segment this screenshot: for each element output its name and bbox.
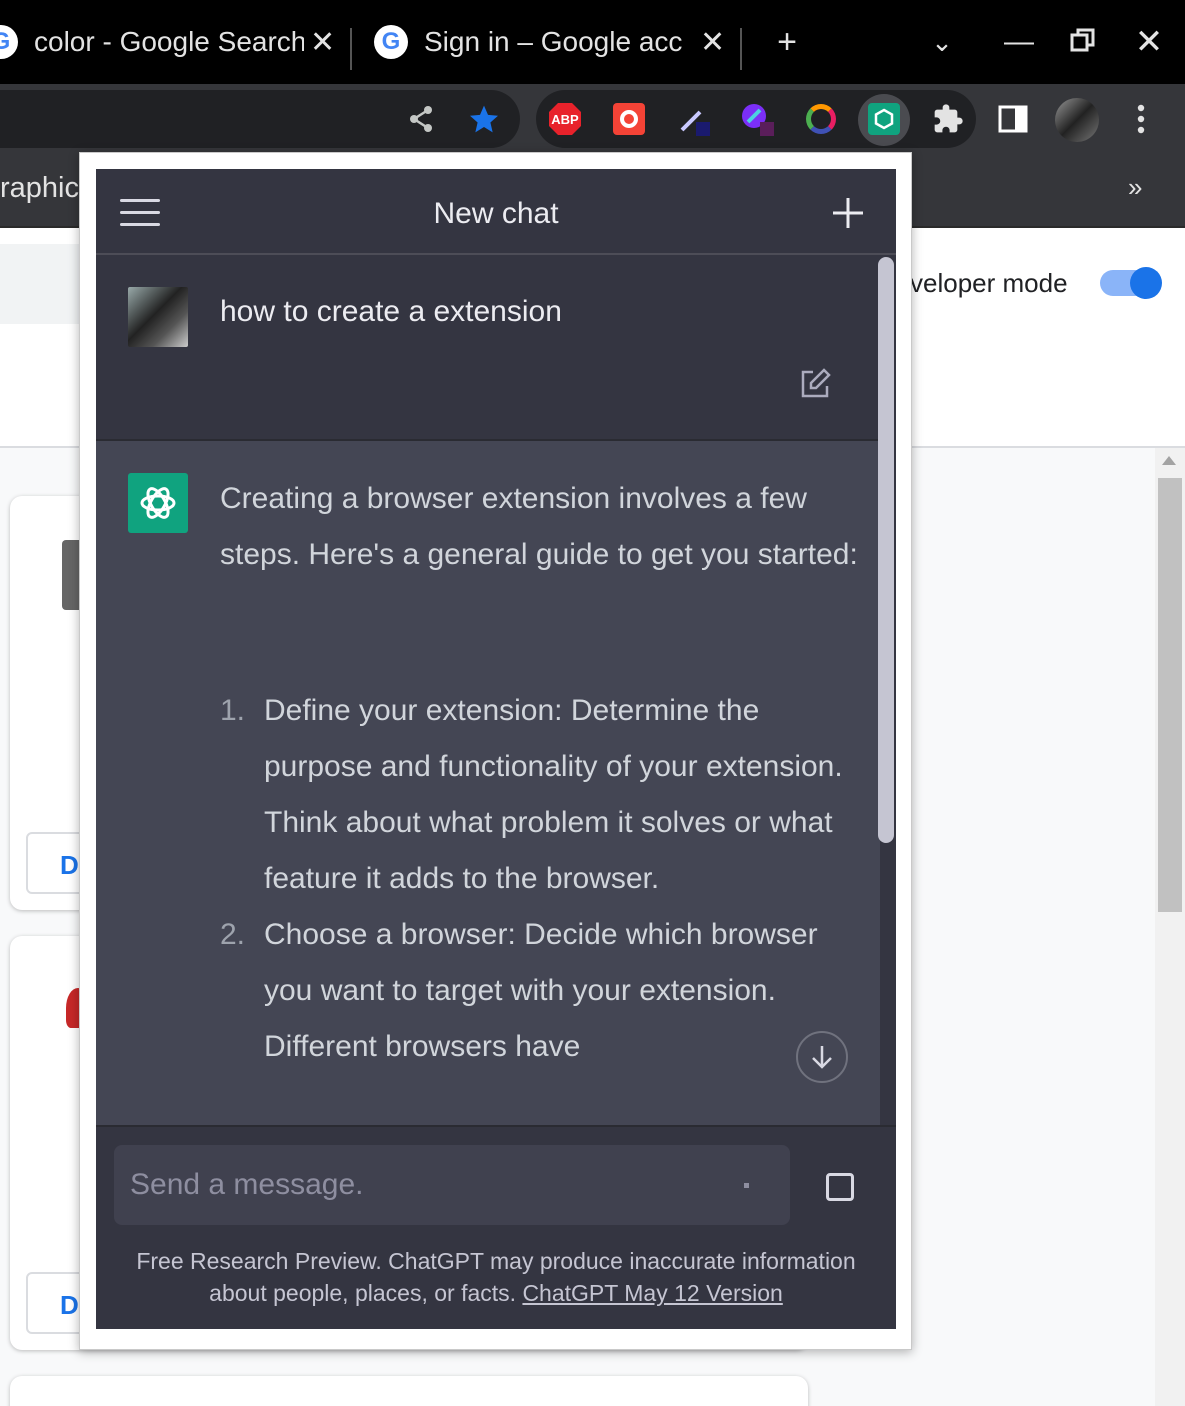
- scroll-down-button[interactable]: [796, 1031, 848, 1083]
- chat-scrollbar-thumb[interactable]: [878, 257, 894, 843]
- user-message-row: how to create a extension: [96, 255, 880, 441]
- star-icon[interactable]: [467, 102, 501, 136]
- red-circle-icon[interactable]: [612, 102, 646, 136]
- message-composer: Free Research Preview. ChatGPT may produ…: [96, 1125, 896, 1329]
- version-link[interactable]: ChatGPT May 12 Version: [522, 1280, 782, 1306]
- list-item: 2. Choose a browser: Decide which browse…: [220, 907, 860, 1075]
- steps-list: 1. Define your extension: Determine the …: [220, 683, 860, 1075]
- sidepanel-icon[interactable]: [996, 102, 1030, 136]
- list-item-text: Define your extension: Determine the pur…: [264, 694, 843, 895]
- tab-title: color - Google Search: [34, 26, 304, 57]
- puzzle-icon[interactable]: [931, 102, 965, 136]
- list-number: 2.: [220, 918, 246, 951]
- browser-toolbar: ABP: [0, 84, 1185, 152]
- new-chat-plus-icon[interactable]: [830, 195, 866, 231]
- tab-color-search[interactable]: G color - Google Search ✕: [0, 0, 335, 84]
- search-area: [0, 244, 80, 324]
- list-item: 1. Define your extension: Determine the …: [220, 683, 860, 907]
- minimize-icon[interactable]: —: [997, 22, 1041, 62]
- assistant-intro-text: Creating a browser extension involves a …: [220, 482, 858, 571]
- eyedropper-icon[interactable]: [676, 102, 710, 136]
- typing-indicator: [744, 1183, 749, 1188]
- list-number: 1.: [220, 694, 246, 727]
- abp-label: ABP: [551, 111, 579, 127]
- chatgpt-panel: New chat how to create a extension Creat…: [96, 169, 896, 1329]
- extension-popup: New chat how to create a extension Creat…: [79, 152, 912, 1350]
- close-tab-icon[interactable]: ✕: [310, 25, 335, 60]
- tab-divider: [350, 28, 352, 70]
- google-icon: G: [0, 25, 18, 59]
- user-message-text: how to create a extension: [220, 295, 562, 328]
- restore-icon[interactable]: [1061, 22, 1105, 62]
- extension-card: [10, 1376, 808, 1406]
- tab-title: Sign in – Google accounts: [424, 26, 682, 57]
- color-wheel-icon[interactable]: [804, 102, 838, 136]
- chat-header: New chat: [96, 169, 896, 255]
- edit-icon[interactable]: [798, 367, 832, 401]
- profile-avatar[interactable]: [1055, 98, 1099, 142]
- google-icon: G: [374, 25, 408, 59]
- bookmark-item[interactable]: raphic: [0, 172, 79, 205]
- toggle-knob: [1130, 267, 1162, 299]
- new-tab-button[interactable]: +: [765, 22, 809, 62]
- disclaimer: Free Research Preview. ChatGPT may produ…: [106, 1245, 886, 1309]
- tab-divider: [740, 28, 742, 70]
- arrow-down-icon: [812, 1046, 832, 1069]
- close-window-icon[interactable]: ✕: [1127, 22, 1171, 62]
- stop-generating-icon[interactable]: [826, 1173, 854, 1201]
- chatgpt-icon[interactable]: [867, 102, 901, 136]
- tab-search-chevron-icon[interactable]: ⌄: [920, 22, 964, 62]
- developer-mode-toggle[interactable]: [1100, 267, 1162, 299]
- color-picker-icon[interactable]: [740, 102, 774, 136]
- message-input[interactable]: [130, 1145, 774, 1225]
- user-avatar: [128, 287, 188, 347]
- page-scrollbar-thumb[interactable]: [1158, 478, 1182, 912]
- share-icon[interactable]: [404, 102, 438, 136]
- bookmarks-overflow-icon[interactable]: »: [1128, 172, 1142, 203]
- assistant-message-row: Creating a browser extension involves a …: [96, 441, 880, 1125]
- tab-strip: G color - Google Search ✕ G Sign in – Go…: [0, 0, 1185, 84]
- chat-title: New chat: [433, 197, 559, 230]
- close-tab-icon[interactable]: ✕: [700, 25, 725, 60]
- developer-mode-label: veloper mode: [910, 268, 1068, 298]
- kebab-menu-icon[interactable]: [1124, 102, 1158, 136]
- address-bar[interactable]: [0, 90, 520, 148]
- message-input-wrapper: [114, 1145, 790, 1225]
- scroll-up-icon[interactable]: [1162, 456, 1176, 465]
- abp-icon[interactable]: ABP: [548, 102, 582, 136]
- tab-google-signin[interactable]: G Sign in – Google accounts ✕: [374, 0, 725, 84]
- list-item-text: Choose a browser: Decide which browser y…: [264, 918, 818, 1063]
- chatgpt-logo-icon: [128, 473, 188, 533]
